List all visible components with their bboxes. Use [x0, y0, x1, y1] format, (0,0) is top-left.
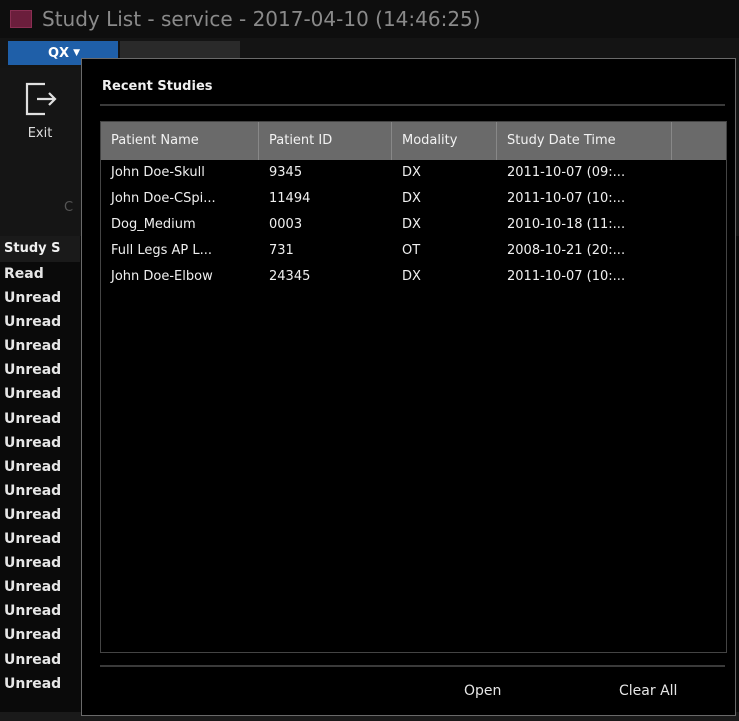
cell-modality: DX [402, 165, 421, 180]
table-row[interactable]: Dog_Medium 0003 DX 2010-10-18 (11:... [101, 212, 726, 238]
study-status-row[interactable]: Unread [0, 455, 80, 479]
divider [100, 665, 725, 667]
study-status-row[interactable]: Unread [0, 575, 80, 599]
cell-patient-id: 11494 [269, 191, 311, 206]
study-status-row[interactable]: Unread [0, 310, 80, 334]
cell-patient-id: 24345 [269, 269, 311, 284]
ribbon-group-label: C [64, 200, 74, 215]
cell-modality: DX [402, 269, 421, 284]
recent-studies-table: Patient Name Patient ID Modality Study D… [100, 121, 727, 653]
column-header-patient-id[interactable]: Patient ID [259, 122, 392, 160]
chevron-down-icon: ▼ [73, 48, 80, 58]
cell-study-date: 2011-10-07 (10:... [507, 269, 626, 284]
study-status-row[interactable]: Unread [0, 286, 80, 310]
study-status-row[interactable]: Unread [0, 382, 80, 406]
cell-modality: OT [402, 243, 421, 258]
study-status-row[interactable]: Unread [0, 407, 80, 431]
exit-button[interactable]: Exit [8, 80, 72, 160]
study-status-row[interactable]: Unread [0, 623, 80, 647]
study-status-row[interactable]: Unread [0, 527, 80, 551]
column-header-study-date-time[interactable]: Study Date Time [497, 122, 672, 160]
study-status-row[interactable]: Read [0, 262, 80, 286]
column-header-extra[interactable] [672, 122, 726, 160]
divider [100, 104, 725, 106]
table-row[interactable]: John Doe-CSpi... 11494 DX 2011-10-07 (10… [101, 186, 726, 212]
exit-icon [25, 82, 57, 116]
study-status-row[interactable]: Unread [0, 334, 80, 358]
exit-label: Exit [27, 126, 53, 141]
cell-modality: DX [402, 217, 421, 232]
table-header: Patient Name Patient ID Modality Study D… [101, 122, 726, 160]
cell-patient-name: John Doe-Skull [111, 165, 205, 180]
cell-study-date: 2010-10-18 (11:... [507, 217, 626, 232]
study-status-row[interactable]: Unread [0, 358, 80, 382]
cell-study-date: 2008-10-21 (20:... [507, 243, 626, 258]
recent-studies-popup: Recent Studies Patient Name Patient ID M… [81, 58, 736, 716]
study-status-row[interactable]: Unread [0, 648, 80, 672]
popup-title: Recent Studies [102, 79, 213, 94]
cell-patient-id: 731 [269, 243, 294, 258]
cell-modality: DX [402, 191, 421, 206]
study-status-column-header[interactable]: Study S [0, 236, 80, 262]
cell-patient-name: John Doe-CSpi... [111, 191, 216, 206]
study-status-row[interactable]: Unread [0, 672, 80, 696]
study-list-panel: Study S Read Unread Unread Unread Unread Unre… [0, 236, 80, 721]
study-status-row[interactable]: Unread [0, 431, 80, 455]
study-status-row[interactable]: Unread [0, 599, 80, 623]
app-icon [10, 10, 32, 28]
clear-all-button[interactable]: Clear All [619, 683, 677, 699]
study-status-row[interactable]: Unread [0, 551, 80, 575]
column-header-patient-name[interactable]: Patient Name [101, 122, 259, 160]
window-title: Study List - service - 2017-04-10 (14:46… [42, 7, 481, 31]
open-button[interactable]: Open [464, 683, 501, 699]
study-status-row[interactable]: Unread [0, 479, 80, 503]
cell-study-date: 2011-10-07 (09:... [507, 165, 626, 180]
cell-patient-name: Dog_Medium [111, 217, 196, 232]
cell-patient-id: 0003 [269, 217, 303, 232]
table-row[interactable]: Full Legs AP L... 731 OT 2008-10-21 (20:… [101, 238, 726, 264]
title-bar: Study List - service - 2017-04-10 (14:46… [0, 0, 739, 38]
cell-study-date: 2011-10-07 (10:... [507, 191, 626, 206]
column-header-modality[interactable]: Modality [392, 122, 497, 160]
qx-tab-label: QX [48, 45, 70, 61]
table-row[interactable]: John Doe-Elbow 24345 DX 2011-10-07 (10:.… [101, 264, 726, 290]
cell-patient-id: 9345 [269, 165, 303, 180]
study-status-row[interactable]: Unread [0, 503, 80, 527]
cell-patient-name: Full Legs AP L... [111, 243, 213, 258]
cell-patient-name: John Doe-Elbow [111, 269, 213, 284]
table-row[interactable]: John Doe-Skull 9345 DX 2011-10-07 (09:..… [101, 160, 726, 186]
